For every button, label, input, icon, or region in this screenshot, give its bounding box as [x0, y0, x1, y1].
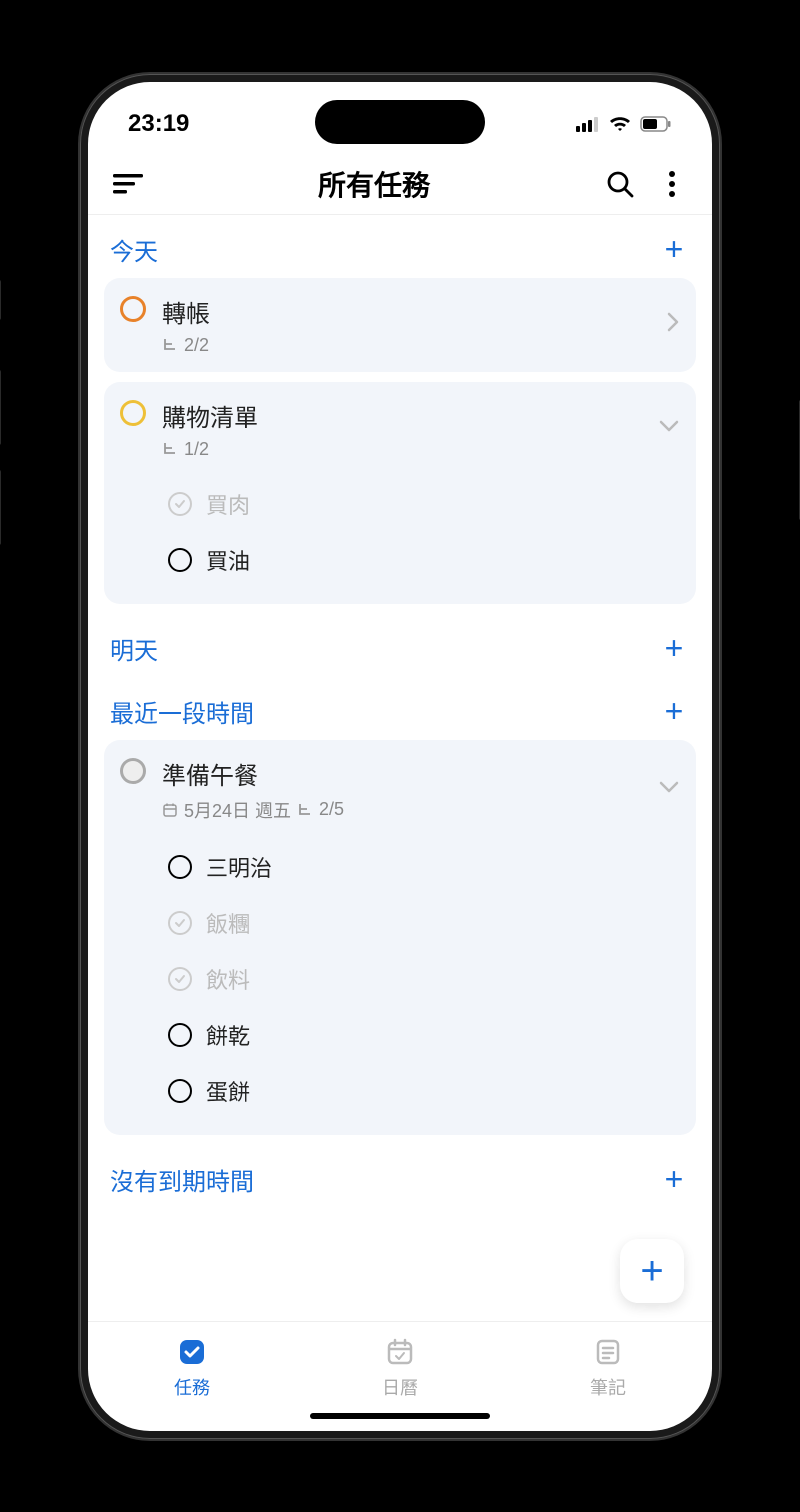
add-task-button[interactable]: + — [658, 1161, 690, 1198]
fab-add-button[interactable]: + — [620, 1239, 684, 1303]
section-title: 沒有到期時間 — [110, 1162, 254, 1197]
task-card[interactable]: 準備午餐 5月24日 週五 2/5 — [104, 740, 696, 1135]
plus-icon: + — [640, 1251, 663, 1291]
tasks-icon — [176, 1336, 208, 1368]
notes-icon — [592, 1336, 624, 1368]
subtask-text: 飯糰 — [206, 907, 250, 939]
subtask-icon — [162, 337, 178, 353]
subtask-checkbox-done[interactable] — [168, 492, 192, 516]
status-icons — [576, 115, 672, 133]
task-meta: 1/2 — [162, 439, 642, 460]
task-date: 5月24日 週五 — [184, 797, 291, 823]
task-title: 準備午餐 — [162, 756, 642, 791]
section-header-recent[interactable]: 最近一段時間 + — [88, 677, 712, 740]
task-title: 轉帳 — [162, 294, 650, 329]
task-meta: 2/2 — [162, 335, 650, 356]
subtask-text: 買肉 — [206, 488, 250, 520]
section-header-tomorrow[interactable]: 明天 + — [88, 614, 712, 677]
status-time: 23:19 — [128, 110, 189, 138]
app-header: 所有任務 — [88, 154, 712, 214]
subtask-text: 買油 — [206, 544, 250, 576]
add-task-button[interactable]: + — [658, 693, 690, 730]
section-header-no-deadline[interactable]: 沒有到期時間 + — [88, 1145, 712, 1208]
task-checkbox[interactable] — [120, 296, 146, 322]
calendar-icon — [384, 1336, 416, 1368]
subtask-icon — [162, 441, 178, 457]
subtask-item[interactable]: 蛋餅 — [168, 1063, 680, 1119]
calendar-icon — [162, 802, 178, 818]
subtask-item[interactable]: 買肉 — [168, 476, 680, 532]
nav-notes[interactable]: 筆記 — [558, 1336, 658, 1400]
subtask-checkbox[interactable] — [168, 1023, 192, 1047]
section-title: 今天 — [110, 232, 158, 267]
nav-tasks[interactable]: 任務 — [142, 1336, 242, 1400]
subtask-item[interactable]: 買油 — [168, 532, 680, 588]
subtask-count: 2/5 — [319, 799, 344, 820]
task-title: 購物清單 — [162, 398, 642, 433]
subtask-item[interactable]: 三明治 — [168, 839, 680, 895]
task-list-content[interactable]: 今天 + 轉帳 2/2 — [88, 214, 712, 1321]
subtask-text: 蛋餅 — [206, 1075, 250, 1107]
add-task-button[interactable]: + — [658, 630, 690, 667]
home-indicator[interactable] — [310, 1413, 490, 1419]
nav-label: 筆記 — [590, 1374, 626, 1400]
more-button[interactable] — [652, 164, 692, 204]
task-card[interactable]: 轉帳 2/2 — [104, 278, 696, 372]
page-title: 所有任務 — [160, 164, 588, 204]
task-card[interactable]: 購物清單 1/2 — [104, 382, 696, 604]
chevron-down-icon[interactable] — [658, 419, 680, 438]
nav-calendar[interactable]: 日曆 — [350, 1336, 450, 1400]
task-checkbox[interactable] — [120, 400, 146, 426]
add-task-button[interactable]: + — [658, 231, 690, 268]
subtask-count: 1/2 — [184, 439, 209, 460]
chevron-right-icon[interactable] — [666, 311, 680, 338]
section-header-today[interactable]: 今天 + — [88, 215, 712, 278]
subtask-icon — [297, 802, 313, 818]
menu-icon — [113, 172, 143, 196]
wifi-icon — [608, 115, 632, 133]
subtask-item[interactable]: 飲料 — [168, 951, 680, 1007]
search-icon — [606, 170, 634, 198]
menu-button[interactable] — [108, 164, 148, 204]
subtask-checkbox[interactable] — [168, 1079, 192, 1103]
subtask-count: 2/2 — [184, 335, 209, 356]
more-vertical-icon — [668, 170, 676, 198]
subtask-item[interactable]: 飯糰 — [168, 895, 680, 951]
subtask-checkbox[interactable] — [168, 855, 192, 879]
search-button[interactable] — [600, 164, 640, 204]
subtask-text: 餅乾 — [206, 1019, 250, 1051]
subtask-checkbox[interactable] — [168, 548, 192, 572]
subtask-item[interactable]: 餅乾 — [168, 1007, 680, 1063]
subtask-checkbox-done[interactable] — [168, 911, 192, 935]
subtask-text: 飲料 — [206, 963, 250, 995]
task-checkbox[interactable] — [120, 758, 146, 784]
battery-icon — [640, 116, 672, 132]
subtask-checkbox-done[interactable] — [168, 967, 192, 991]
section-title: 明天 — [110, 631, 158, 666]
cellular-icon — [576, 116, 600, 132]
nav-label: 任務 — [174, 1374, 210, 1400]
chevron-down-icon[interactable] — [658, 780, 680, 799]
nav-label: 日曆 — [382, 1374, 418, 1400]
subtask-text: 三明治 — [206, 851, 272, 883]
task-meta: 5月24日 週五 2/5 — [162, 797, 642, 823]
section-title: 最近一段時間 — [110, 694, 254, 729]
